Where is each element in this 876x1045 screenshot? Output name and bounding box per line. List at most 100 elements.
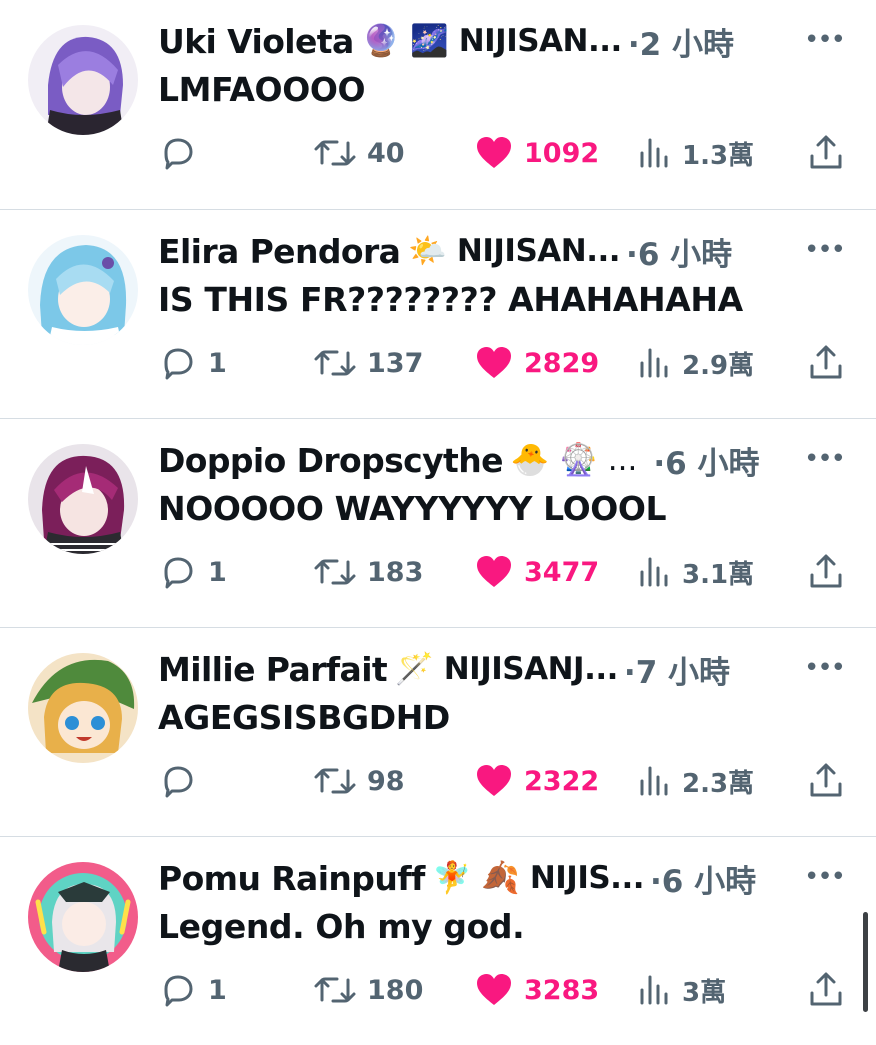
action-bar: 1 180 3283 3萬: [158, 967, 848, 1013]
reply-header: Uki Violeta 🔮 🌌 NIJISAN... ·2 小時: [158, 18, 808, 64]
like-count: 1092: [524, 137, 600, 169]
handle[interactable]: NIJISAN...: [457, 233, 621, 269]
reply-item[interactable]: Pomu Rainpuff 🧚 🍂 NIJIS... ·6 小時 ••• Leg…: [0, 836, 876, 1045]
views-count: 2.9萬: [682, 350, 755, 381]
like-count: 3283: [524, 974, 600, 1006]
reply-item[interactable]: Doppio Dropscythe 🐣 🎡 ... ·6 小時 ••• NOOO…: [0, 418, 876, 627]
share-icon: [810, 972, 842, 1006]
share-icon: [810, 345, 842, 379]
like-count: 2829: [524, 347, 600, 379]
timestamp[interactable]: ·6 小時: [626, 229, 732, 274]
reply-count: 1: [208, 347, 227, 379]
reply-button[interactable]: 1: [158, 967, 227, 1013]
name-emojis: 🐣 🎡 ...: [510, 441, 638, 478]
display-name[interactable]: Pomu Rainpuff: [158, 859, 425, 898]
views-button[interactable]: 2.3萬: [636, 758, 754, 804]
views-button[interactable]: 2.9萬: [636, 340, 754, 386]
reply-icon: [164, 348, 193, 380]
views-button[interactable]: 1.3萬: [636, 130, 754, 176]
avatar[interactable]: [28, 235, 138, 345]
display-name[interactable]: Uki Violeta: [158, 22, 354, 61]
share-button[interactable]: [806, 340, 846, 386]
handle[interactable]: NIJISAN...: [459, 23, 623, 59]
avatar-image: [28, 862, 138, 972]
share-button[interactable]: [806, 967, 846, 1013]
action-bar: 1 137 2829 2.9萬: [158, 340, 848, 386]
timestamp[interactable]: ·6 小時: [653, 438, 759, 483]
timestamp[interactable]: ·2 小時: [628, 19, 734, 64]
reply-count: 1: [208, 556, 227, 588]
retweet-button[interactable]: 98: [313, 758, 405, 804]
views-icon: [640, 975, 668, 1005]
heart-icon: [477, 974, 511, 1005]
handle[interactable]: NIJISANJ...: [444, 651, 619, 687]
like-count: 2322: [524, 765, 600, 797]
views-count: 3.1萬: [682, 559, 755, 590]
reply-button[interactable]: [158, 130, 208, 176]
retweet-button[interactable]: 183: [313, 549, 423, 595]
reply-text: Legend. Oh my god.: [158, 907, 525, 946]
reply-text: NOOOOO WAYYYYYY LOOOL: [158, 489, 667, 528]
retweet-button[interactable]: 40: [313, 130, 405, 176]
retweet-icon: [314, 977, 356, 1003]
reply-text: AGEGSISBGDHD: [158, 698, 450, 737]
retweet-count: 98: [367, 765, 405, 797]
display-name[interactable]: Elira Pendora: [158, 232, 401, 271]
timestamp[interactable]: ·6 小時: [650, 856, 756, 901]
display-name[interactable]: Millie Parfait: [158, 650, 388, 689]
more-icon[interactable]: •••: [804, 20, 846, 60]
views-icon: [640, 766, 668, 796]
share-button[interactable]: [806, 549, 846, 595]
heart-icon: [477, 347, 511, 378]
reply-icon: [164, 138, 193, 170]
share-icon: [810, 554, 842, 588]
avatar[interactable]: [28, 25, 138, 135]
reply-feed: Uki Violeta 🔮 🌌 NIJISAN... ·2 小時 ••• LMF…: [0, 0, 876, 1045]
heart-icon: [477, 765, 511, 796]
reply-button[interactable]: 1: [158, 549, 227, 595]
like-button[interactable]: 3477: [474, 549, 599, 595]
avatar[interactable]: [28, 653, 138, 763]
more-icon[interactable]: •••: [804, 230, 846, 270]
heart-icon: [477, 137, 511, 168]
share-button[interactable]: [806, 758, 846, 804]
views-button[interactable]: 3.1萬: [636, 549, 754, 595]
avatar-image: [28, 235, 138, 345]
views-icon: [640, 557, 668, 587]
scrollbar[interactable]: [863, 912, 868, 1012]
views-count: 3萬: [682, 977, 727, 1008]
avatar[interactable]: [28, 444, 138, 554]
retweet-button[interactable]: 137: [313, 340, 423, 386]
avatar[interactable]: [28, 862, 138, 972]
timestamp[interactable]: ·7 小時: [624, 647, 730, 692]
reply-button[interactable]: [158, 758, 208, 804]
views-button[interactable]: 3萬: [636, 967, 726, 1013]
retweet-icon: [314, 559, 356, 585]
reply-header: Pomu Rainpuff 🧚 🍂 NIJIS... ·6 小時: [158, 855, 808, 901]
display-name[interactable]: Doppio Dropscythe: [158, 441, 504, 480]
handle[interactable]: NIJIS...: [530, 860, 645, 896]
heart-icon: [477, 556, 511, 587]
like-button[interactable]: 2829: [474, 340, 599, 386]
reply-item[interactable]: Uki Violeta 🔮 🌌 NIJISAN... ·2 小時 ••• LMF…: [0, 0, 876, 209]
like-button[interactable]: 3283: [474, 967, 599, 1013]
retweet-button[interactable]: 180: [313, 967, 423, 1013]
reply-icon: [164, 557, 193, 589]
share-button[interactable]: [806, 130, 846, 176]
more-icon[interactable]: •••: [804, 857, 846, 897]
reply-item[interactable]: Millie Parfait 🪄 NIJISANJ... ·7 小時 ••• A…: [0, 627, 876, 836]
like-count: 3477: [524, 556, 600, 588]
retweet-icon: [314, 140, 356, 166]
reply-button[interactable]: 1: [158, 340, 227, 386]
action-bar: 40 1092 1.3萬: [158, 130, 848, 176]
action-bar: 1 183 3477 3.1萬: [158, 549, 848, 595]
like-button[interactable]: 1092: [474, 130, 599, 176]
action-bar: 98 2322 2.3萬: [158, 758, 848, 804]
like-button[interactable]: 2322: [474, 758, 599, 804]
reply-header: Doppio Dropscythe 🐣 🎡 ... ·6 小時: [158, 437, 808, 483]
reply-item[interactable]: Elira Pendora 🌤️ NIJISAN... ·6 小時 ••• IS…: [0, 209, 876, 418]
more-icon[interactable]: •••: [804, 648, 846, 688]
retweet-icon: [314, 350, 356, 376]
name-emojis: 🔮 🌌: [361, 22, 449, 59]
more-icon[interactable]: •••: [804, 439, 846, 479]
